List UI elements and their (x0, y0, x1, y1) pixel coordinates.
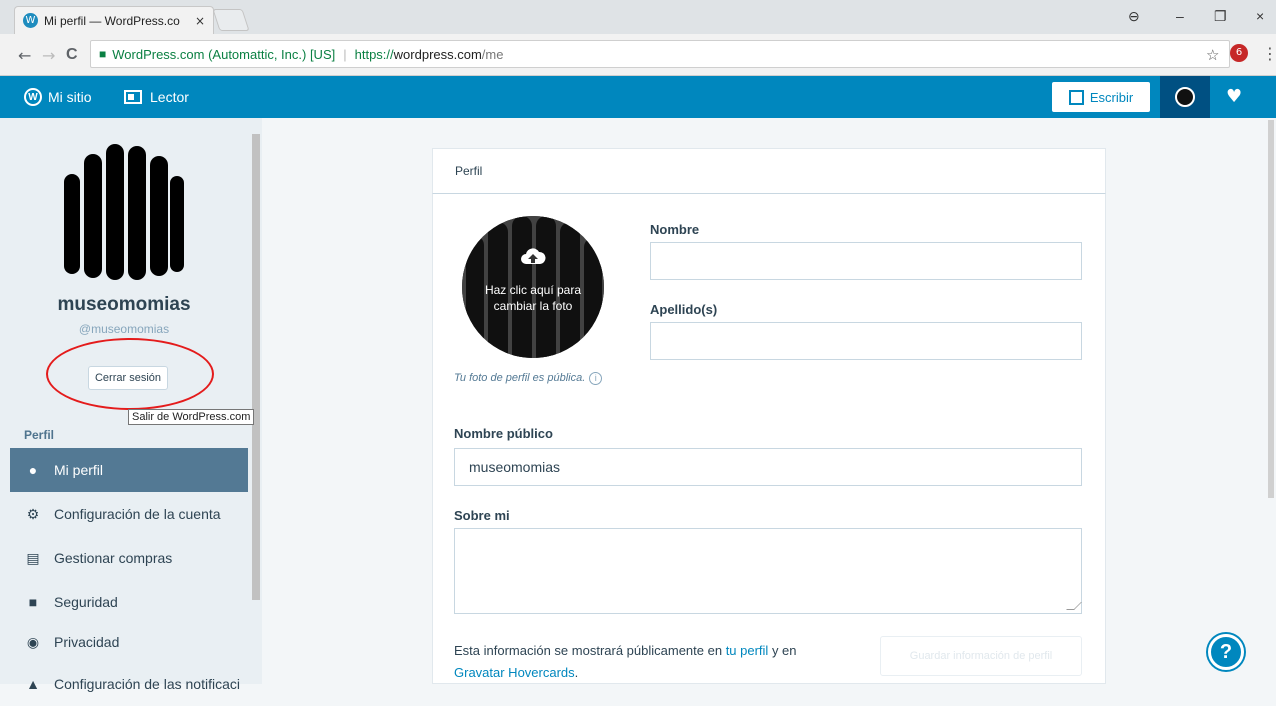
sidebar-item-label: Mi perfil (54, 462, 104, 478)
notifications-icon[interactable]: ♥ (1226, 86, 1242, 107)
write-button[interactable]: Escribir (1052, 82, 1150, 112)
eye-icon: ◉ (26, 633, 40, 650)
address-bar: ← → C ■ WordPress.com (Automattic, Inc.)… (0, 34, 1276, 76)
secure-label: WordPress.com (Automattic, Inc.) [US] (112, 46, 336, 62)
help-button[interactable]: ? (1208, 634, 1244, 670)
profile-icon[interactable]: ⊖ (1128, 8, 1140, 25)
reader-icon (124, 90, 142, 104)
sidebar-item-label: Configuración de las notificaci (54, 676, 240, 692)
my-site-label: Mi sitio (48, 89, 92, 105)
display-name-label: Nombre público (454, 426, 553, 441)
forward-button[interactable]: → (42, 46, 55, 65)
browser-tab[interactable]: W Mi perfil — WordPress.co × (14, 6, 214, 34)
cog-icon: ⚙ (26, 505, 40, 522)
my-site-link[interactable]: W Mi sitio (24, 76, 92, 118)
credit-card-icon: ▤ (26, 549, 40, 566)
photo-public-note: Tu foto de perfil es pública. i (454, 372, 603, 385)
profile-card-header: Perfil (432, 148, 1106, 194)
sidebar-item-label: Seguridad (54, 594, 118, 610)
wordpress-favicon-icon: W (23, 13, 38, 28)
display-name-input[interactable]: museomomias (454, 448, 1082, 486)
wordpress-logo-icon: W (24, 88, 42, 106)
change-photo-text: Haz clic aquí para cambiar la foto (484, 283, 582, 313)
gravatar-hovercards-link[interactable]: Gravatar Hovercards (454, 665, 575, 680)
bell-icon: ▲ (26, 676, 40, 692)
footnote-text-mid: y en (768, 643, 797, 658)
logout-button[interactable]: Cerrar sesión (88, 366, 168, 390)
sidebar-item-label: Configuración de la cuenta (54, 506, 221, 522)
username: museomomias (57, 294, 191, 315)
extension-icon[interactable]: 6 (1230, 44, 1248, 62)
url-path: /me (481, 46, 504, 62)
profile-avatar[interactable] (62, 134, 184, 284)
browser-tabstrip: W Mi perfil — WordPress.co × ⊖ – ❐ × (0, 0, 1276, 34)
tab-title: Mi perfil — WordPress.co (44, 13, 180, 28)
sidebar-item-my-profile[interactable]: ● Mi perfil (10, 448, 248, 492)
footnote-text: Esta información se mostrará públicament… (454, 643, 726, 658)
about-label: Sobre mi (454, 508, 510, 523)
write-icon (1068, 89, 1084, 105)
reader-label: Lector (150, 89, 189, 105)
sidebar-item-security[interactable]: ■ Seguridad (10, 580, 248, 624)
user-handle: @museomomias (78, 322, 170, 336)
user-icon: ● (28, 462, 38, 478)
sidebar-item-purchases[interactable]: ▤ Gestionar compras (10, 536, 248, 580)
page-scroll-thumb[interactable] (1268, 120, 1274, 498)
cloud-upload-icon (521, 248, 546, 264)
close-window-button[interactable]: × (1256, 8, 1264, 24)
browser-menu-icon[interactable]: ⋮ (1262, 44, 1276, 63)
public-info-note: Esta información se mostrará públicament… (454, 640, 854, 684)
sidebar-item-account-settings[interactable]: ⚙ Configuración de la cuenta (10, 492, 248, 536)
sidebar-item-privacy[interactable]: ◉ Privacidad (10, 620, 248, 664)
sidebar-scroll-thumb[interactable] (252, 134, 260, 600)
me-button[interactable] (1160, 76, 1210, 118)
lock-icon: ■ (28, 594, 38, 610)
maximize-button[interactable]: ❐ (1214, 8, 1227, 25)
url-input[interactable]: ■ WordPress.com (Automattic, Inc.) [US] … (90, 40, 1230, 68)
bookmark-star-icon[interactable]: ☆ (1206, 46, 1219, 64)
photo-note-text: Tu foto de perfil es pública. (454, 372, 586, 384)
footnote-text-end: . (574, 665, 579, 680)
sidebar-section-label: Perfil (24, 428, 55, 442)
sidebar-item-label: Gestionar compras (54, 550, 173, 566)
tab-close-icon[interactable]: × (195, 14, 205, 28)
info-icon[interactable]: i (589, 372, 603, 385)
first-name-input[interactable] (650, 242, 1082, 280)
save-profile-button[interactable]: Guardar información de perfil (880, 636, 1082, 676)
reader-link[interactable]: Lector (124, 76, 189, 118)
lock-icon: ■ (99, 47, 107, 61)
last-name-input[interactable] (650, 322, 1082, 360)
write-label: Escribir (1089, 89, 1134, 105)
sidebar-item-notifications[interactable]: ▲ Configuración de las notificaci (10, 662, 248, 706)
url-host: wordpress.com (393, 46, 482, 62)
reload-button[interactable]: C (66, 46, 78, 64)
url-scheme: https:// (354, 46, 394, 62)
minimize-button[interactable]: – (1176, 8, 1184, 24)
logout-tooltip: Salir de WordPress.com (128, 409, 255, 425)
divider: | (343, 46, 347, 62)
about-textarea[interactable] (454, 528, 1082, 614)
profile-link[interactable]: tu perfil (726, 643, 769, 658)
last-name-label: Apellido(s) (650, 302, 718, 317)
new-tab-button[interactable] (212, 9, 250, 31)
first-name-label: Nombre (650, 222, 700, 237)
avatar (1175, 87, 1195, 107)
sidebar-item-label: Privacidad (54, 634, 120, 650)
back-button[interactable]: ← (18, 46, 31, 65)
